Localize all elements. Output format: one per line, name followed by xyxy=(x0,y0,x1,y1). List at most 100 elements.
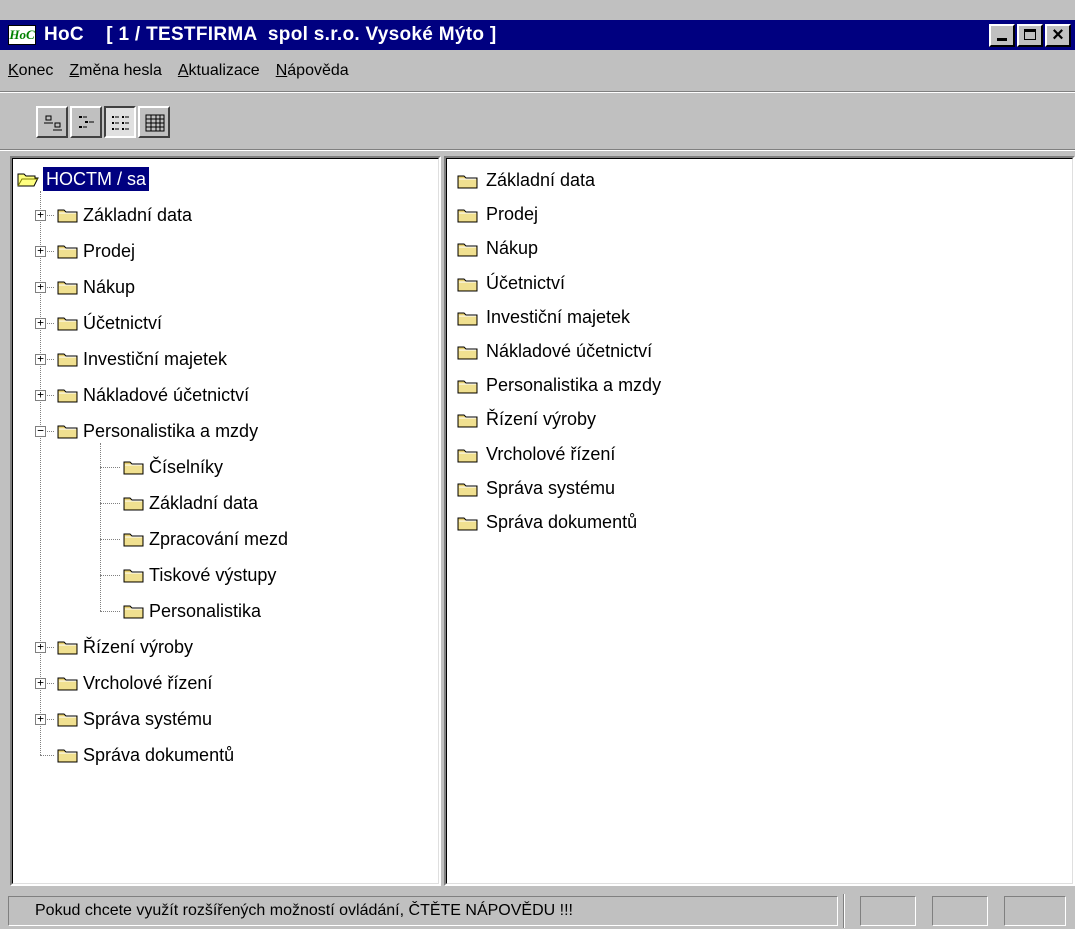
status-panel-1 xyxy=(860,896,916,926)
view-details-button[interactable] xyxy=(138,106,170,138)
status-bar: Pokud chcete využít rozšířených možností… xyxy=(0,892,1075,929)
tree-item[interactable]: + Prodej xyxy=(13,239,433,263)
list-item-label[interactable]: Prodej xyxy=(486,197,538,231)
expand-icon[interactable]: + xyxy=(35,713,46,725)
list-view-icon xyxy=(112,116,129,130)
folder-icon xyxy=(457,209,478,223)
list-item-label[interactable]: Vrcholové řízení xyxy=(486,437,615,471)
expand-icon[interactable]: + xyxy=(35,389,46,401)
tree-connector xyxy=(40,755,54,756)
details-view-icon xyxy=(145,114,165,132)
folder-icon xyxy=(57,713,78,727)
menu-separator xyxy=(0,91,1075,93)
tree-item-label[interactable]: Investiční majetek xyxy=(83,347,227,371)
tree-item[interactable]: + Vrcholové řízení xyxy=(13,671,433,695)
tree-subitem[interactable]: Tiskové výstupy xyxy=(13,563,433,587)
tree-item-label[interactable]: Nákup xyxy=(83,275,135,299)
tree-subitem-label[interactable]: Základní data xyxy=(149,491,258,515)
close-button[interactable]: × xyxy=(1045,24,1071,47)
menu-rest: měna hesla xyxy=(79,62,162,79)
tree-item[interactable]: − Personalistika a mzdy xyxy=(13,419,433,443)
menu-item-zmena-hesla[interactable]: Změna hesla xyxy=(61,58,170,84)
tree-pane[interactable]: HOCTM / sa + Základní data + Prodej + Nákup + Úč… xyxy=(10,156,441,886)
tree-item-label[interactable]: Personalistika a mzdy xyxy=(83,419,258,443)
expand-icon[interactable]: + xyxy=(35,677,46,689)
menu-item-aktualizace[interactable]: Aktualizace xyxy=(170,58,268,84)
list-item-label[interactable]: Účetnictví xyxy=(486,266,565,300)
folder-icon xyxy=(123,497,144,511)
tree-item[interactable]: + Účetnictví xyxy=(13,311,433,335)
menu-item-konec[interactable]: Konec xyxy=(0,58,61,84)
maximize-button[interactable] xyxy=(1017,24,1043,47)
tree-item[interactable]: + Investiční majetek xyxy=(13,347,433,371)
expand-icon[interactable]: + xyxy=(35,353,46,365)
menu-accel: N xyxy=(275,62,288,79)
tree-subitem-label[interactable]: Zpracování mezd xyxy=(149,527,288,551)
tree-item[interactable]: + Správa systému xyxy=(13,707,433,731)
status-panel-3 xyxy=(1004,896,1066,926)
folder-icon xyxy=(457,175,478,189)
tree-subitem[interactable]: Základní data xyxy=(13,491,433,515)
close-icon: × xyxy=(1052,24,1064,46)
tree-root-label[interactable]: HOCTM / sa xyxy=(43,167,150,191)
expand-icon[interactable]: + xyxy=(35,281,46,293)
list-item-label[interactable]: Řízení výroby xyxy=(486,402,596,436)
folder-icon xyxy=(457,346,478,360)
tree-item[interactable]: + Nákup xyxy=(13,275,433,299)
expand-icon[interactable]: + xyxy=(35,641,46,653)
tree-item[interactable]: + Nákladové účetnictví xyxy=(13,383,433,407)
tree-item[interactable]: + Řízení výroby xyxy=(13,635,433,659)
tree-subitem[interactable]: Zpracování mezd xyxy=(13,527,433,551)
list-item-label[interactable]: Správa dokumentů xyxy=(486,505,637,539)
menu-rest: onec xyxy=(18,62,54,79)
list-pane[interactable]: Základní data Prodej Nákup Účetnictví Invest… xyxy=(444,156,1075,886)
folder-icon xyxy=(457,312,478,326)
tree-item-label[interactable]: Vrcholové řízení xyxy=(83,671,212,695)
view-list-button[interactable] xyxy=(104,106,136,138)
status-panel-2 xyxy=(932,896,988,926)
expand-icon[interactable]: + xyxy=(35,209,46,221)
list-item-label[interactable]: Personalistika a mzdy xyxy=(486,368,661,402)
tree-item-label[interactable]: Prodej xyxy=(83,239,135,263)
list-item-label[interactable]: Správa systému xyxy=(486,471,615,505)
view-small-icons-button[interactable] xyxy=(70,106,102,138)
tree-subitem-label[interactable]: Číselníky xyxy=(149,455,223,479)
tree-branch-line xyxy=(100,443,101,611)
maximize-icon xyxy=(1019,26,1041,45)
tree-subitem[interactable]: Číselníky xyxy=(13,455,433,479)
tree-item-label[interactable]: Účetnictví xyxy=(83,311,162,335)
menu-item-napoveda[interactable]: Nápověda xyxy=(268,58,357,84)
title-bar[interactable]: HoC HoC [ 1 / TESTFIRMA spol s.r.o. Vyso… xyxy=(0,20,1075,50)
expand-icon[interactable]: + xyxy=(35,245,46,257)
folder-icon xyxy=(57,677,78,691)
expand-icon[interactable]: + xyxy=(35,317,46,329)
view-large-icons-button[interactable] xyxy=(36,106,68,138)
tree-item-label[interactable]: Správa systému xyxy=(83,707,212,731)
folder-icon xyxy=(57,317,78,331)
tree-connector xyxy=(100,467,120,468)
folder-icon xyxy=(457,414,478,428)
tree-item-label[interactable]: Nákladové účetnictví xyxy=(83,383,249,407)
app-icon-text: HoC xyxy=(9,27,35,42)
list-item-label[interactable]: Nákladové účetnictví xyxy=(486,334,652,368)
tree-subitem-label[interactable]: Personalistika xyxy=(149,599,261,623)
tree-item-label[interactable]: Řízení výroby xyxy=(83,635,193,659)
list-item-label[interactable]: Základní data xyxy=(486,163,595,197)
list-item-label[interactable]: Investiční majetek xyxy=(486,300,630,334)
folder-icon xyxy=(57,641,78,655)
tree-item-label[interactable]: Základní data xyxy=(83,203,192,227)
tree-view[interactable]: HOCTM / sa + Základní data + Prodej + Nákup + Úč… xyxy=(12,158,439,884)
tree-item-label[interactable]: Správa dokumentů xyxy=(83,743,234,767)
tree-item[interactable]: Správa dokumentů xyxy=(13,743,433,767)
tree-connector xyxy=(100,575,120,576)
tree-subitem[interactable]: Personalistika xyxy=(13,599,433,623)
minimize-button[interactable] xyxy=(989,24,1015,47)
tree-subitem-label[interactable]: Tiskové výstupy xyxy=(149,563,276,587)
folder-icon xyxy=(457,517,478,531)
folder-icon xyxy=(57,749,78,763)
list-view[interactable]: Základní data Prodej Nákup Účetnictví Invest… xyxy=(446,158,1073,884)
app-icon[interactable]: HoC xyxy=(8,25,36,45)
list-item-label[interactable]: Nákup xyxy=(486,231,538,265)
tree-item[interactable]: + Základní data xyxy=(13,203,433,227)
collapse-icon[interactable]: − xyxy=(35,425,46,437)
